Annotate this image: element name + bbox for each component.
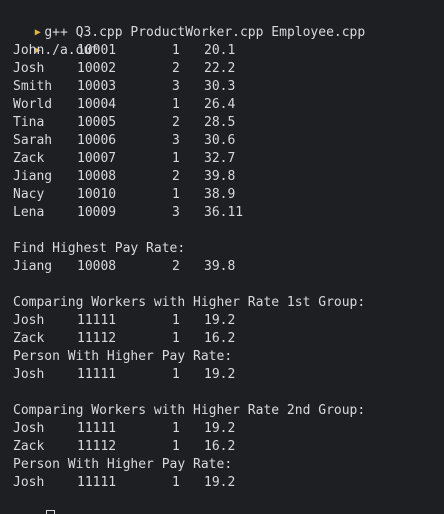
worker-id: 11111 — [77, 367, 117, 382]
terminal-window[interactable]: ▶ g++ Q3.cpp ProductWorker.cpp Employee.c… — [0, 0, 444, 514]
worker-rate: 16.2 — [204, 331, 236, 346]
worker-id: 10002 — [77, 61, 117, 76]
worker-name: Smith — [13, 79, 53, 94]
table-row: Josh 10002 2 22.2 — [0, 60, 444, 78]
worker-rate: 19.2 — [204, 367, 236, 382]
worker-name: World — [13, 97, 53, 112]
worker-id: 10005 — [77, 115, 117, 130]
worker-group: 1 — [172, 331, 180, 346]
table-row: Zack 11112 1 16.2 — [0, 330, 444, 348]
worker-id: 10007 — [77, 151, 117, 166]
worker-id: 10003 — [77, 79, 117, 94]
worker-rate: 19.2 — [204, 475, 236, 490]
worker-rate: 39.8 — [204, 169, 236, 184]
run-command-line: ▶ ./a.out — [0, 24, 444, 58]
worker-group: 1 — [172, 439, 180, 454]
group2-result-heading: Person With Higher Pay Rate: — [13, 457, 233, 472]
worker-rate: 38.9 — [204, 187, 236, 202]
table-row: Josh 11111 1 19.2 — [0, 366, 444, 384]
worker-name: John — [13, 43, 45, 58]
worker-group: 2 — [172, 61, 180, 76]
worker-rate: 30.3 — [204, 79, 236, 94]
table-row: World 10004 1 26.4 — [0, 96, 444, 114]
worker-group: 3 — [172, 205, 180, 220]
worker-group: 1 — [172, 43, 180, 58]
table-row: Sarah 10006 3 30.6 — [0, 132, 444, 150]
worker-name: Sarah — [13, 133, 53, 148]
table-row: Smith 10003 3 30.3 — [0, 78, 444, 96]
table-row: Lena 10009 3 36.11 — [0, 204, 444, 222]
highest-heading: Find Highest Pay Rate: — [13, 241, 186, 256]
worker-id: 10009 — [77, 205, 117, 220]
worker-name: Zack — [13, 439, 45, 454]
worker-rate: 39.8 — [204, 259, 236, 274]
table-row: Josh 11111 1 19.2 — [0, 420, 444, 438]
worker-name: Josh — [13, 421, 45, 436]
worker-id: 10004 — [77, 97, 117, 112]
worker-id: 10010 — [77, 187, 117, 202]
table-row: John 10001 1 20.1 — [0, 42, 444, 60]
worker-group: 1 — [172, 475, 180, 490]
table-row: Jiang 10008 2 39.8 — [0, 168, 444, 186]
table-row: Tina 10005 2 28.5 — [0, 114, 444, 132]
worker-id: 10008 — [77, 169, 117, 184]
table-row: Josh 11111 1 19.2 — [0, 312, 444, 330]
worker-rate: 36.11 — [204, 205, 244, 220]
worker-name: Josh — [13, 367, 45, 382]
worker-id: 11112 — [77, 439, 117, 454]
worker-name: Lena — [13, 205, 45, 220]
worker-group: 3 — [172, 133, 180, 148]
worker-name: Josh — [13, 61, 45, 76]
table-row: Josh 11111 1 19.2 — [0, 474, 444, 492]
worker-rate: 22.2 — [204, 61, 236, 76]
input-prompt-line[interactable]: ▶ — [0, 492, 444, 514]
table-row: Nacy 10010 1 38.9 — [0, 186, 444, 204]
worker-name: Jiang — [13, 169, 53, 184]
worker-group: 1 — [172, 421, 180, 436]
worker-name: Josh — [13, 475, 45, 490]
worker-group: 1 — [172, 367, 180, 382]
worker-rate: 26.4 — [204, 97, 236, 112]
worker-rate: 20.1 — [204, 43, 236, 58]
table-row: Zack 10007 1 32.7 — [0, 150, 444, 168]
worker-group: 1 — [172, 97, 180, 112]
worker-id: 11111 — [77, 313, 117, 328]
worker-name: Jiang — [13, 259, 53, 274]
worker-id: 11111 — [77, 475, 117, 490]
worker-group: 2 — [172, 115, 180, 130]
group2-heading: Comparing Workers with Higher Rate 2nd G… — [13, 403, 366, 418]
worker-group: 3 — [172, 79, 180, 94]
worker-group: 1 — [172, 313, 180, 328]
compile-command-line: ▶ g++ Q3.cpp ProductWorker.cpp Employee.c… — [0, 6, 444, 40]
worker-name: Zack — [13, 331, 45, 346]
worker-id: 10006 — [77, 133, 117, 148]
worker-group: 2 — [172, 259, 180, 274]
group1-heading: Comparing Workers with Higher Rate 1st G… — [13, 295, 366, 310]
worker-id: 10001 — [77, 43, 117, 58]
worker-id: 10008 — [77, 259, 117, 274]
worker-name: Josh — [13, 313, 45, 328]
worker-group: 1 — [172, 151, 180, 166]
table-row: Jiang 10008 2 39.8 — [0, 258, 444, 276]
table-row: Zack 11112 1 16.2 — [0, 438, 444, 456]
worker-rate: 16.2 — [204, 439, 236, 454]
worker-rate: 32.7 — [204, 151, 236, 166]
group1-result-heading: Person With Higher Pay Rate: — [13, 349, 233, 364]
worker-id: 11111 — [77, 421, 117, 436]
text-cursor[interactable] — [46, 510, 56, 514]
worker-group: 2 — [172, 169, 180, 184]
worker-name: Zack — [13, 151, 45, 166]
worker-id: 11112 — [77, 331, 117, 346]
worker-group: 1 — [172, 187, 180, 202]
worker-name: Nacy — [13, 187, 45, 202]
worker-name: Tina — [13, 115, 45, 130]
worker-rate: 19.2 — [204, 313, 236, 328]
worker-rate: 28.5 — [204, 115, 236, 130]
worker-rate: 19.2 — [204, 421, 236, 436]
worker-rate: 30.6 — [204, 133, 236, 148]
